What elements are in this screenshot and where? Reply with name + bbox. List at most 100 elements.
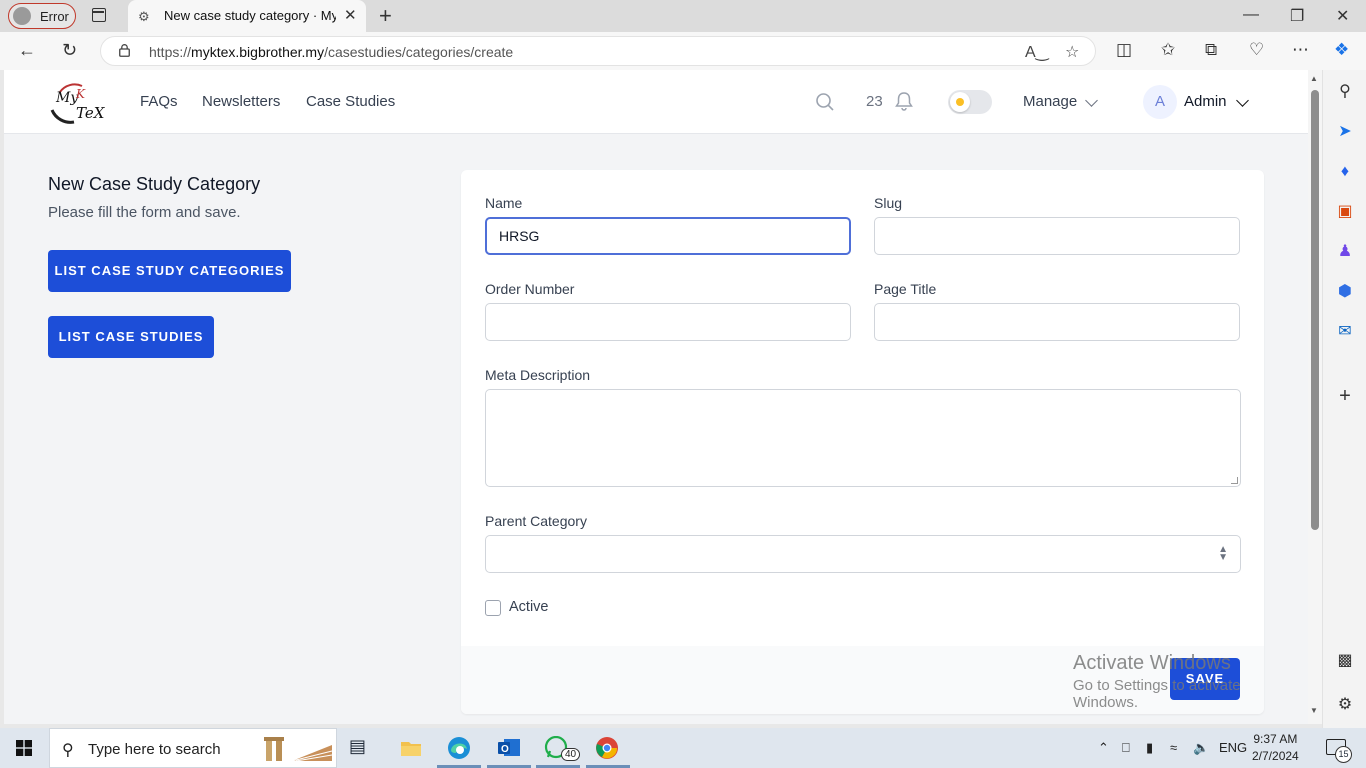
parent-category-select[interactable]: ▲ ▼ bbox=[485, 535, 1241, 573]
active-label[interactable]: Active bbox=[509, 599, 549, 615]
close-tab-icon[interactable]: ✕ bbox=[344, 6, 357, 24]
back-icon[interactable]: ← bbox=[18, 40, 36, 61]
notification-count[interactable]: 23 bbox=[866, 93, 883, 110]
user-avatar[interactable]: A bbox=[1143, 85, 1177, 119]
meta-description-label: Meta Description bbox=[485, 367, 591, 383]
page-title-label: Page Title bbox=[874, 281, 937, 297]
watermark-title: Activate Windows bbox=[1073, 652, 1231, 674]
new-tab-icon[interactable]: + bbox=[379, 3, 392, 29]
tray-chevron-up-icon[interactable]: ⌃ bbox=[1098, 740, 1109, 756]
taskbar-search-box[interactable]: ⚲ Type here to search bbox=[49, 728, 337, 768]
myktex-logo[interactable]: My K TeX bbox=[46, 80, 108, 124]
browser-tab-active[interactable]: ⚙ New case study category · Myktex ✕ bbox=[128, 0, 366, 32]
sidebar-shopping-icon[interactable]: ♦ bbox=[1336, 163, 1354, 181]
collections-icon[interactable]: ⧉ bbox=[1205, 40, 1217, 60]
favorites-icon[interactable]: ✩ bbox=[1161, 40, 1175, 60]
wifi-icon[interactable]: ≈ bbox=[1170, 740, 1177, 755]
whatsapp-badge: 40 bbox=[561, 748, 581, 761]
task-view-icon[interactable]: ▤ bbox=[349, 736, 375, 760]
manage-chevron-down-icon[interactable] bbox=[1085, 94, 1098, 107]
slug-label: Slug bbox=[874, 195, 903, 211]
windows-taskbar: ⚲ Type here to search ▤ O 40 ⌃ ⎕ ▮ ≈ 🔈 E… bbox=[0, 728, 1366, 768]
chrome-icon[interactable] bbox=[594, 736, 620, 760]
user-menu[interactable]: Admin bbox=[1184, 93, 1227, 110]
bell-icon[interactable] bbox=[893, 90, 915, 112]
profile-label: Error bbox=[40, 9, 69, 24]
clock-date: 2/7/2024 bbox=[1252, 749, 1299, 763]
svg-text:K: K bbox=[75, 87, 86, 101]
copilot-icon[interactable]: ❖ bbox=[1334, 40, 1349, 60]
split-screen-icon[interactable]: ◫ bbox=[1116, 40, 1132, 60]
svg-text:TeX: TeX bbox=[76, 104, 106, 122]
list-case-study-categories-button[interactable]: LIST CASE STUDY CATEGORIES bbox=[48, 250, 291, 292]
language-indicator[interactable]: ENG bbox=[1219, 740, 1247, 755]
resize-handle-icon[interactable] bbox=[1231, 477, 1238, 484]
taskbar-search-placeholder: Type here to search bbox=[88, 741, 221, 758]
order-number-label: Order Number bbox=[485, 281, 575, 297]
volume-icon[interactable]: 🔈 bbox=[1193, 740, 1209, 756]
search-icon[interactable] bbox=[815, 92, 835, 112]
url-path: /casestudies/categories/create bbox=[324, 44, 514, 60]
url-host: myktex.bigbrother.my bbox=[191, 44, 325, 60]
file-explorer-icon[interactable] bbox=[398, 736, 424, 760]
meta-description-textarea[interactable] bbox=[485, 389, 1241, 487]
sidebar-send-icon[interactable]: ➤ bbox=[1336, 123, 1354, 141]
user-chevron-down-icon[interactable] bbox=[1236, 94, 1249, 107]
outlook-icon[interactable]: O bbox=[496, 736, 522, 760]
battery-icon[interactable]: ▮ bbox=[1146, 740, 1153, 756]
sidebar-screenshot-icon[interactable]: ▩ bbox=[1336, 652, 1354, 670]
restore-icon[interactable]: ❐ bbox=[1290, 6, 1304, 26]
active-checkbox[interactable] bbox=[485, 600, 501, 616]
edge-browser-icon[interactable] bbox=[446, 736, 472, 760]
tab-actions-icon[interactable] bbox=[92, 8, 106, 22]
browser-essentials-icon[interactable]: ♡ bbox=[1249, 40, 1264, 60]
name-label: Name bbox=[485, 195, 523, 211]
scroll-up-icon[interactable]: ▲ bbox=[1310, 74, 1318, 83]
url-text: https://myktex.bigbrother.my/casestudies… bbox=[149, 44, 513, 60]
nav-link-newsletters[interactable]: Newsletters bbox=[202, 93, 280, 110]
favorite-star-icon[interactable]: ☆ bbox=[1065, 42, 1079, 62]
sidebar-office-icon[interactable]: ⬢ bbox=[1336, 283, 1354, 301]
theme-toggle[interactable] bbox=[948, 90, 992, 114]
scroll-down-icon[interactable]: ▼ bbox=[1310, 706, 1318, 715]
notification-center-badge: 15 bbox=[1335, 746, 1352, 763]
minimize-icon[interactable]: — bbox=[1243, 6, 1259, 24]
page-scrollbar[interactable]: ▲ ▼ bbox=[1308, 70, 1322, 724]
sidebar-add-icon[interactable]: + bbox=[1336, 386, 1354, 406]
windows-start-icon[interactable] bbox=[16, 740, 32, 756]
sidebar-outlook-icon[interactable]: ✉ bbox=[1336, 323, 1354, 341]
sidebar-tools-icon[interactable]: ▣ bbox=[1336, 203, 1354, 221]
parent-category-label: Parent Category bbox=[485, 513, 587, 529]
scrollbar-thumb[interactable] bbox=[1311, 90, 1319, 530]
manage-menu[interactable]: Manage bbox=[1023, 93, 1077, 110]
window-close-icon[interactable]: ✕ bbox=[1336, 6, 1349, 26]
sidebar-search-icon[interactable]: ⚲ bbox=[1336, 83, 1354, 101]
lock-icon[interactable] bbox=[119, 44, 130, 57]
category-form-card: Name Slug Order Number Page Title Meta D… bbox=[461, 170, 1264, 714]
more-options-icon[interactable]: ⋯ bbox=[1292, 40, 1309, 60]
browser-tab-bar: Error ⚙ New case study category · Myktex… bbox=[0, 0, 1366, 32]
slug-input[interactable] bbox=[874, 217, 1240, 255]
url-prefix: https:// bbox=[149, 44, 192, 60]
read-aloud-icon[interactable]: A‿ bbox=[1025, 42, 1049, 62]
activate-windows-watermark: Activate Windows Go to Settings to activ… bbox=[1073, 652, 1308, 711]
nav-link-faqs[interactable]: FAQs bbox=[140, 93, 178, 110]
page-title-input[interactable] bbox=[874, 303, 1240, 341]
notification-center-icon[interactable]: 15 bbox=[1326, 739, 1352, 763]
tab-title: New case study category · Myktex bbox=[164, 8, 336, 23]
nav-link-case-studies[interactable]: Case Studies bbox=[306, 93, 395, 110]
site-favicon-icon: ⚙ bbox=[138, 9, 150, 24]
svg-text:O: O bbox=[501, 744, 509, 755]
sidebar-games-icon[interactable]: ♟ bbox=[1336, 243, 1354, 261]
refresh-icon[interactable]: ↻ bbox=[62, 40, 77, 61]
sidebar-settings-icon[interactable]: ⚙ bbox=[1336, 696, 1354, 714]
list-case-studies-button[interactable]: LIST CASE STUDIES bbox=[48, 316, 214, 358]
profile-button[interactable]: Error bbox=[8, 3, 76, 29]
name-input[interactable] bbox=[485, 217, 851, 255]
order-number-input[interactable] bbox=[485, 303, 851, 341]
sun-icon bbox=[950, 92, 970, 112]
taskbar-clock[interactable]: 9:37 AM 2/7/2024 bbox=[1252, 731, 1299, 765]
tray-meet-icon[interactable]: ⎕ bbox=[1122, 740, 1130, 756]
address-bar[interactable]: https://myktex.bigbrother.my/casestudies… bbox=[100, 36, 1096, 66]
clock-time: 9:37 AM bbox=[1253, 732, 1298, 746]
